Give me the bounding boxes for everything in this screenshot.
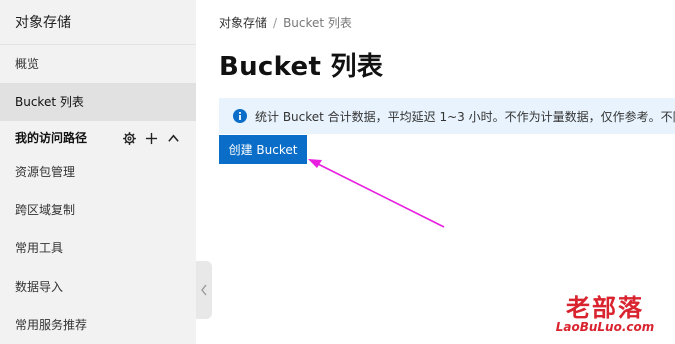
chevron-up-icon[interactable] — [166, 131, 180, 145]
create-bucket-button[interactable]: 创建 Bucket — [219, 135, 307, 164]
sidebar-item-cross-region-replication[interactable]: 跨区域复制 — [0, 191, 196, 229]
sidebar-item-recommended-services[interactable]: 常用服务推荐 — [0, 306, 196, 344]
plus-icon[interactable] — [144, 131, 158, 145]
sidebar: 对象存储 概览 Bucket 列表 我的访问路径 资源包管理 跨区域复制 常用工… — [0, 0, 196, 344]
breadcrumb-root[interactable]: 对象存储 — [219, 14, 267, 31]
breadcrumb-separator: / — [273, 15, 278, 30]
sidebar-item-overview[interactable]: 概览 — [0, 45, 196, 83]
notice-text: 统计 Bucket 合计数据，平均延迟 1~3 小时。不作为计量数据，仅作参考。… — [255, 109, 675, 124]
info-icon — [233, 109, 247, 123]
watermark-main: 老部落 — [566, 294, 644, 322]
sidebar-section-actions — [122, 120, 180, 156]
sidebar-item-data-import[interactable]: 数据导入 — [0, 268, 196, 306]
watermark-sub: LaoBuLuo.com — [555, 320, 655, 334]
chevron-left-icon — [200, 281, 208, 300]
sidebar-title: 对象存储 — [15, 15, 71, 31]
breadcrumb-current: Bucket 列表 — [283, 16, 352, 30]
breadcrumb: 对象存储 / Bucket 列表 — [219, 14, 352, 31]
watermark-logo: 老部落 LaoBuLuo.com — [545, 288, 670, 338]
sidebar-section-my-access-paths: 我的访问路径 — [0, 120, 196, 156]
info-notice: 统计 Bucket 合计数据，平均延迟 1~3 小时。不作为计量数据，仅作参考。… — [219, 98, 675, 134]
sidebar-item-common-tools[interactable]: 常用工具 — [0, 229, 196, 267]
page-title: Bucket 列表 — [219, 52, 384, 82]
sidebar-item-resource-packages[interactable]: 资源包管理 — [0, 153, 196, 191]
sidebar-section-label: 我的访问路径 — [15, 131, 88, 145]
gear-icon[interactable] — [122, 131, 136, 145]
sidebar-item-bucket-list[interactable]: Bucket 列表 — [0, 83, 196, 121]
sidebar-collapse-handle[interactable] — [196, 261, 212, 319]
